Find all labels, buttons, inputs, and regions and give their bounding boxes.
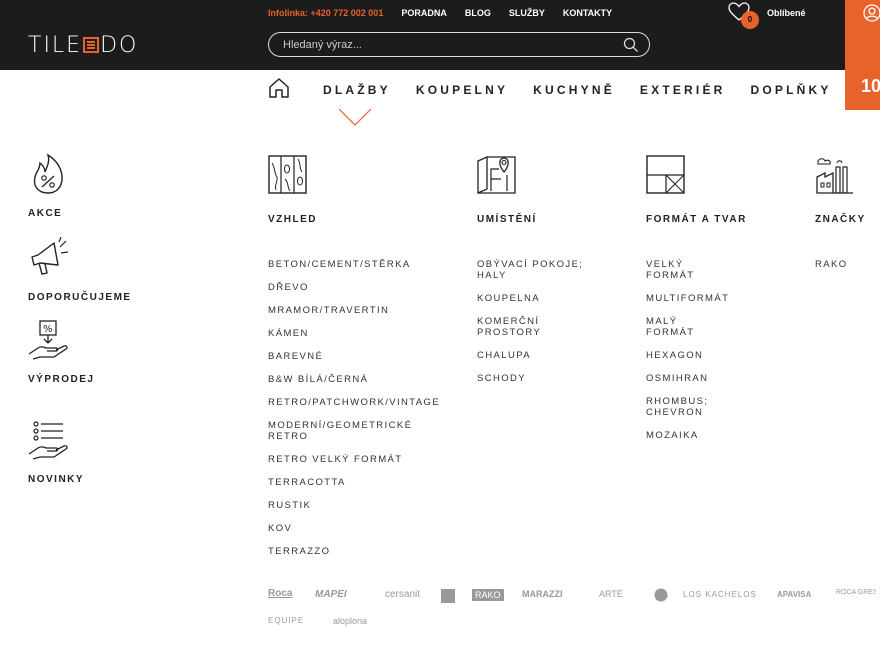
- list-item[interactable]: MODERNÍ/GEOMETRICKÉ RETRO: [268, 420, 438, 442]
- megaphone-icon[interactable]: [28, 236, 70, 282]
- hand-list-icon[interactable]: [28, 420, 70, 465]
- brand-logo-apavisa[interactable]: APAVISA: [777, 590, 811, 599]
- wood-texture-icon: [268, 155, 308, 200]
- brand-logo-equipe[interactable]: EQUIPE: [268, 616, 304, 625]
- nav-item-kuchyne[interactable]: KUCHYNĚ: [533, 83, 615, 97]
- list-item[interactable]: KOV: [268, 523, 440, 534]
- brand-logo-marazzi[interactable]: MARAZZI: [522, 589, 563, 599]
- brand-logo-aloplona[interactable]: aloplona: [333, 616, 367, 626]
- list-item[interactable]: TERRAZZO: [268, 546, 440, 557]
- category-title-znacky[interactable]: ZNAČKY: [815, 214, 866, 225]
- list-item[interactable]: VELKÝ FORMÁT: [646, 259, 729, 281]
- list-item[interactable]: RHOMBUS; CHEVRON: [646, 396, 729, 418]
- favorites-count-badge: 0: [741, 11, 759, 29]
- category-list-znacky: RAKO: [815, 259, 848, 282]
- list-item[interactable]: BETON/CEMENT/STĚRKA: [268, 259, 440, 270]
- top-link-poradna[interactable]: PORADNA: [401, 8, 447, 18]
- home-icon[interactable]: [268, 77, 290, 104]
- brand-logo-arte[interactable]: ARTÉ: [599, 589, 623, 599]
- category-title-umisteni[interactable]: UMÍSTĚNÍ: [477, 214, 537, 225]
- list-item[interactable]: MOZAIKA: [646, 430, 729, 441]
- nav-item-koupelny[interactable]: KOUPELNY: [416, 83, 508, 97]
- brand-logo-round-icon[interactable]: [654, 588, 668, 605]
- nav-item-doplnky[interactable]: DOPLŇKY: [751, 83, 832, 97]
- search-box: [268, 32, 650, 57]
- list-item[interactable]: B&W BÍLÁ/ČERNÁ: [268, 374, 440, 385]
- list-item[interactable]: TERRACOTTA: [268, 477, 440, 488]
- category-list-format-a-tvar: VELKÝ FORMÁT MULTIFORMÁT MALÝ FORMÁT HEX…: [646, 259, 729, 453]
- nav-item-dlazby[interactable]: DLAŽBY: [323, 83, 391, 97]
- list-item[interactable]: RETRO/PATCHWORK/VINTAGE: [268, 397, 440, 408]
- sidebar-item-doporucujeme[interactable]: DOPORUČUJEME: [28, 292, 132, 303]
- list-item[interactable]: SCHODY: [477, 373, 607, 384]
- top-links: Infolinka: +420 772 002 001 PORADNA BLOG…: [268, 8, 612, 18]
- flame-percent-icon[interactable]: [28, 153, 68, 200]
- sidebar-item-novinky[interactable]: NOVINKY: [28, 474, 84, 485]
- sidebar-item-akce[interactable]: AKCE: [28, 208, 62, 219]
- brand-logo-mapei[interactable]: MAPEI: [315, 589, 347, 600]
- brand-logo-cersanit[interactable]: cersanit: [385, 589, 420, 600]
- main-nav: DLAŽBY KOUPELNY KUCHYNĚ EXTERIÉR DOPLŇKY: [268, 77, 857, 100]
- brand-logo-roca[interactable]: Roca: [268, 588, 292, 599]
- hand-percent-icon[interactable]: %: [28, 320, 70, 365]
- brand-logo-rako[interactable]: RAKO: [472, 589, 504, 601]
- floor-plan-pin-icon: [477, 155, 517, 200]
- sidebar-item-vyprodej[interactable]: VÝPRODEJ: [28, 374, 94, 385]
- brand-logo-square[interactable]: [441, 589, 455, 603]
- list-item[interactable]: RAKO: [815, 259, 848, 270]
- nav-item-exterier[interactable]: EXTERIÉR: [640, 83, 726, 97]
- hotline-link[interactable]: Infolinka: +420 772 002 001: [268, 8, 383, 18]
- list-item[interactable]: CHALUPA: [477, 350, 607, 361]
- category-list-umisteni: OBÝVACÍ POKOJE; HALY KOUPELNA KOMERČNÍ P…: [477, 259, 607, 396]
- cart-count: 10: [861, 76, 880, 96]
- list-item[interactable]: OBÝVACÍ POKOJE; HALY: [477, 259, 607, 281]
- logo-mark-icon: [83, 37, 100, 53]
- list-item[interactable]: MALÝ FORMÁT: [646, 316, 729, 338]
- list-item[interactable]: OSMIHRAN: [646, 373, 729, 384]
- list-item[interactable]: RETRO VELKÝ FORMÁT: [268, 454, 440, 465]
- brand-logo-roca-gres[interactable]: ROCA GRES: [836, 589, 876, 596]
- list-item[interactable]: MULTIFORMÁT: [646, 293, 729, 304]
- category-list-vzhled: BETON/CEMENT/STĚRKA DŘEVO MRAMOR/TRAVERT…: [268, 259, 440, 569]
- site-header: TILE DO Infolinka: +420 772 002 001 PORAD…: [0, 0, 880, 70]
- top-link-blog[interactable]: BLOG: [465, 8, 491, 18]
- list-item[interactable]: BAREVNÉ: [268, 351, 440, 362]
- list-item[interactable]: KÁMEN: [268, 328, 440, 339]
- list-item[interactable]: DŘEVO: [268, 282, 440, 293]
- list-item[interactable]: KOUPELNA: [477, 293, 607, 304]
- user-icon[interactable]: [863, 4, 880, 27]
- tile-format-icon: [646, 155, 686, 200]
- top-link-sluzby[interactable]: SLUŽBY: [509, 8, 545, 18]
- svg-text:%: %: [43, 324, 53, 335]
- top-link-kontakty[interactable]: KONTAKTY: [563, 8, 612, 18]
- site-logo[interactable]: TILE DO: [28, 33, 138, 58]
- brand-logo-los-kachelos[interactable]: LOS KACHELOS: [683, 590, 757, 599]
- active-nav-caret-icon: [338, 108, 372, 131]
- favorites-link[interactable]: Oblíbené: [767, 8, 806, 18]
- search-icon[interactable]: [623, 37, 639, 58]
- list-item[interactable]: KOMERČNÍ PROSTORY: [477, 316, 607, 338]
- search-input[interactable]: [283, 37, 613, 53]
- factory-icon: [815, 155, 855, 200]
- category-title-format-a-tvar[interactable]: FORMÁT A TVAR: [646, 214, 747, 225]
- list-item[interactable]: HEXAGON: [646, 350, 729, 361]
- category-title-vzhled[interactable]: VZHLED: [268, 214, 317, 225]
- list-item[interactable]: RUSTIK: [268, 500, 440, 511]
- list-item[interactable]: MRAMOR/TRAVERTIN: [268, 305, 440, 316]
